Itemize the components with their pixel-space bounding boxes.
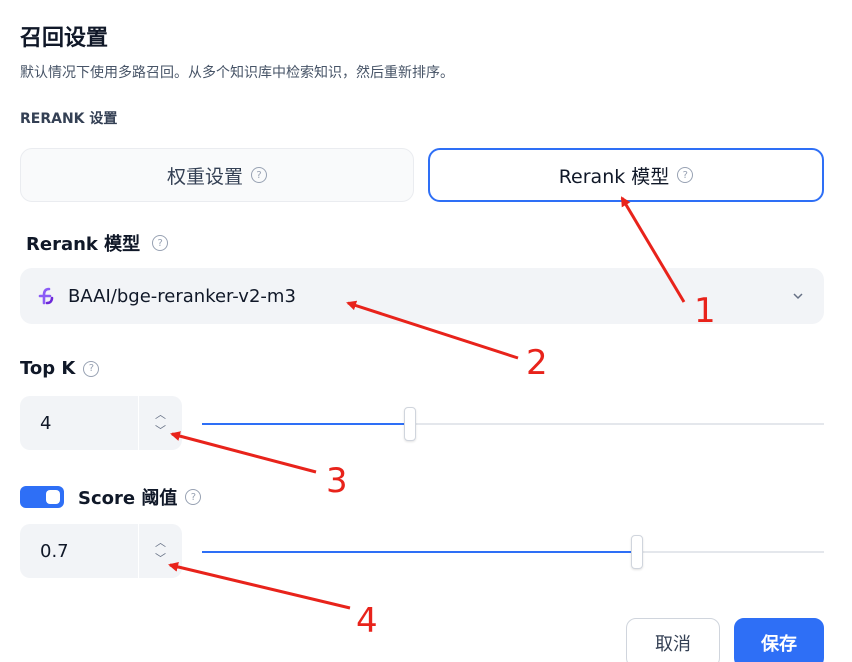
decrement-icon[interactable]: ﹀ (155, 425, 166, 436)
save-button[interactable]: 保存 (734, 618, 824, 662)
annotation-arrow-4 (168, 561, 351, 610)
rerank-model-field-label: Rerank 模型 ? (26, 230, 169, 256)
top-k-label: Top K (20, 358, 76, 379)
annotation-number-3: 3 (326, 461, 348, 501)
top-k-stepper-buttons: ︿ ﹀ (138, 396, 182, 450)
help-icon[interactable]: ? (152, 235, 169, 251)
rerank-model-select[interactable]: BAAI/bge-reranker-v2-m3 (20, 268, 824, 324)
score-threshold-toggle[interactable] (20, 486, 64, 508)
score-threshold-field-label: Score 阈值 ? (78, 484, 202, 510)
slider-fill (202, 551, 638, 553)
score-threshold-input[interactable]: 0.7 (20, 541, 138, 562)
help-icon[interactable]: ? (185, 489, 202, 505)
score-threshold-label: Score 阈值 (78, 488, 178, 509)
tab-rerank-model-label: Rerank 模型 (558, 165, 670, 188)
help-icon[interactable]: ? (83, 360, 100, 377)
rerank-model-label: Rerank 模型 (26, 234, 141, 255)
decrement-icon[interactable]: ﹀ (155, 553, 166, 564)
top-k-field-label: Top K ? (20, 358, 100, 379)
toggle-knob (46, 490, 60, 504)
rerank-section-label: RERANK 设置 (20, 111, 118, 127)
rerank-model-value: BAAI/bge-reranker-v2-m3 (68, 285, 296, 307)
tab-weight-settings[interactable]: 权重设置 ? (20, 148, 414, 202)
model-provider-icon (36, 286, 56, 306)
tab-weight-settings-label: 权重设置 (166, 165, 243, 188)
score-threshold-stepper[interactable]: 0.7 ︿ ﹀ (20, 524, 182, 578)
top-k-slider[interactable] (202, 407, 824, 441)
slider-thumb[interactable] (631, 535, 644, 569)
page-subtitle: 默认情况下使用多路召回。从多个知识库中检索知识，然后重新排序。 (20, 65, 454, 81)
score-threshold-slider[interactable] (202, 535, 824, 569)
increment-icon[interactable]: ︿ (155, 409, 166, 420)
increment-icon[interactable]: ︿ (155, 537, 166, 548)
slider-thumb[interactable] (404, 407, 417, 441)
slider-fill (202, 423, 411, 425)
tab-rerank-model[interactable]: Rerank 模型 ? (428, 148, 824, 202)
help-icon[interactable]: ? (677, 167, 694, 183)
chevron-down-icon[interactable] (788, 286, 808, 306)
annotation-number-4: 4 (356, 601, 378, 641)
top-k-stepper[interactable]: 4 ︿ ﹀ (20, 396, 182, 450)
annotation-arrow-3 (170, 431, 317, 474)
annotation-number-2: 2 (526, 343, 548, 383)
score-threshold-stepper-buttons: ︿ ﹀ (138, 524, 182, 578)
cancel-button[interactable]: 取消 (626, 618, 720, 662)
help-icon[interactable]: ? (251, 167, 267, 183)
page-title: 召回设置 (20, 26, 109, 51)
top-k-input[interactable]: 4 (20, 413, 138, 434)
